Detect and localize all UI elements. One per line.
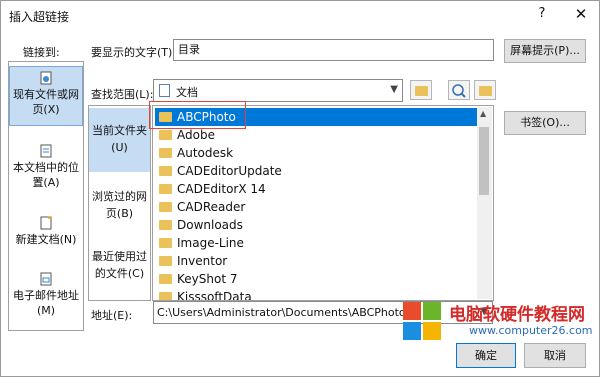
file-list[interactable]: ABCPhoto Adobe Autodesk CADEditorUpdate …	[152, 105, 494, 301]
current-folder-tab[interactable]: 当前文件夹(U)	[89, 108, 150, 172]
globe-file-icon	[40, 71, 52, 85]
browse-file-button[interactable]	[474, 80, 496, 100]
recent-files-tab[interactable]: 最近使用过的文件(C)	[89, 248, 150, 288]
scroll-up-arrow-icon[interactable]: ▲	[480, 109, 486, 118]
document-folder-icon	[159, 84, 170, 97]
email-icon	[40, 272, 52, 286]
help-button[interactable]: ?	[534, 6, 550, 24]
list-item[interactable]: CADEditorUpdate	[155, 162, 477, 180]
folder-icon	[159, 238, 172, 248]
folder-icon	[159, 184, 172, 194]
link-to-email-label: 电子邮件地址(M)	[13, 289, 79, 317]
watermark-title: 电脑软硬件教程网	[449, 305, 585, 325]
watermark-url: www.computer26.com	[469, 324, 593, 337]
link-to-existing-file-label: 现有文件或网页(X)	[13, 88, 79, 116]
folder-icon	[159, 202, 172, 212]
folder-up-icon	[415, 86, 428, 96]
list-item[interactable]: Inventor	[155, 252, 477, 270]
dialog-title: 插入超链接	[9, 10, 70, 24]
list-item[interactable]: Downloads	[155, 216, 477, 234]
chevron-down-icon: ▼	[390, 84, 398, 95]
list-item[interactable]: KeyShot 7	[155, 270, 477, 288]
close-button[interactable]: ✕	[571, 5, 591, 25]
screentip-button[interactable]: 屏幕提示(P)...	[504, 39, 586, 63]
bookmark-button[interactable]: 书签(O)...	[504, 111, 586, 135]
folder-icon	[159, 274, 172, 284]
address-value: C:\Users\Administrator\Documents\ABCPhot…	[157, 306, 406, 319]
folder-icon	[159, 256, 172, 266]
address-label: 地址(E):	[91, 309, 133, 322]
browse-location-panel: 当前文件夹(U) 浏览过的网页(B) 最近使用过的文件(C)	[88, 105, 151, 301]
browse-web-icon	[452, 84, 466, 98]
folder-icon	[159, 148, 172, 158]
scrollbar-thumb[interactable]	[479, 127, 489, 195]
link-to-label: 链接到:	[23, 46, 60, 59]
folder-icon	[159, 130, 172, 140]
windows-logo-icon	[403, 302, 443, 342]
folder-icon	[159, 292, 172, 300]
list-item[interactable]: Image-Line	[155, 234, 477, 252]
list-item[interactable]: CADReader	[155, 198, 477, 216]
new-document-icon	[40, 216, 52, 230]
link-to-place-in-document[interactable]: 本文档中的位置(A)	[9, 140, 83, 194]
look-in-label: 查找范围(L):	[91, 88, 154, 101]
display-text-label: 要显示的文字(T):	[91, 46, 177, 59]
look-in-select[interactable]: 文档 ▼	[153, 79, 403, 102]
folder-icon	[159, 166, 172, 176]
link-to-email-address[interactable]: 电子邮件地址(M)	[9, 268, 83, 322]
display-text-input[interactable]: 目录	[173, 39, 494, 61]
selection-annotation-box	[149, 101, 246, 129]
list-item[interactable]: CADEditorX 14	[155, 180, 477, 198]
link-to-existing-file[interactable]: 现有文件或网页(X)	[9, 66, 83, 126]
open-folder-icon	[479, 86, 492, 96]
browsed-pages-tab[interactable]: 浏览过的网页(B)	[89, 188, 150, 228]
document-place-icon	[40, 144, 52, 158]
link-to-panel: 现有文件或网页(X) 本文档中的位置(A) 新建文档(N) 电子邮件地址(M)	[8, 61, 84, 331]
list-item[interactable]: Autodesk	[155, 144, 477, 162]
file-list-scrollbar[interactable]: ▲	[477, 107, 492, 299]
browse-web-button[interactable]	[448, 80, 470, 100]
link-to-new-document-label: 新建文档(N)	[15, 233, 77, 246]
look-in-value: 文档	[176, 86, 198, 99]
insert-hyperlink-dialog: 插入超链接 ? ✕ 链接到: 现有文件或网页(X) 本文档中的位置(A) 新建文…	[0, 0, 600, 377]
link-to-place-label: 本文档中的位置(A)	[13, 161, 79, 189]
folder-icon	[159, 220, 172, 230]
watermark: 电脑软硬件教程网 www.computer26.com	[403, 300, 600, 356]
link-to-new-document[interactable]: 新建文档(N)	[9, 212, 83, 258]
up-one-folder-button[interactable]	[410, 80, 432, 100]
